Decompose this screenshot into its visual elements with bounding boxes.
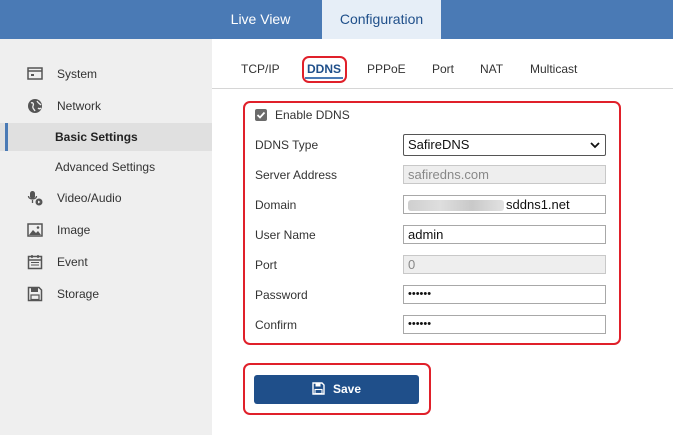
sidebar-item-storage[interactable]: Storage	[0, 280, 212, 308]
user-name-label: User Name	[255, 228, 316, 242]
sidebar: System Network Basic Settings Advanced S…	[0, 39, 212, 435]
checkmark-icon	[256, 111, 266, 119]
sidebar-item-network[interactable]: Network	[0, 92, 212, 120]
network-subtabs: TCP/IP DDNS PPPoE Port NAT Multicast	[212, 39, 673, 89]
confirm-label: Confirm	[255, 318, 298, 332]
save-button[interactable]: Save	[254, 375, 419, 404]
domain-label: Domain	[255, 198, 297, 212]
sidebar-item-video-audio[interactable]: Video/Audio	[0, 184, 212, 212]
sidebar-item-label: Storage	[57, 287, 100, 301]
password-label: Password	[255, 288, 308, 302]
server-address-field: safiredns.com	[403, 165, 606, 184]
port-field: 0	[403, 255, 606, 274]
enable-ddns-label: Enable DDNS	[275, 108, 350, 122]
domain-field[interactable]: sddns1.net	[403, 195, 606, 214]
sidebar-item-label: Network	[57, 99, 102, 113]
server-address-label: Server Address	[255, 168, 338, 182]
tab-tcp-ip[interactable]: TCP/IP	[241, 59, 280, 79]
microphone-camera-icon	[27, 191, 43, 206]
active-indicator	[5, 123, 8, 151]
enable-ddns-checkbox[interactable]	[255, 109, 267, 121]
redacted-text	[408, 200, 504, 212]
save-button-label: Save	[332, 382, 362, 396]
password-field[interactable]: ••••••	[403, 285, 606, 304]
sidebar-item-label: Video/Audio	[57, 191, 122, 205]
floppy-disk-icon	[27, 286, 43, 302]
ddns-type-label: DDNS Type	[255, 138, 319, 152]
floppy-disk-icon	[312, 382, 325, 395]
ddns-type-value: SafireDNS	[408, 137, 470, 152]
confirm-password-field[interactable]: ••••••	[403, 315, 606, 334]
ddns-type-select[interactable]: SafireDNS	[403, 134, 606, 156]
sidebar-item-label: Basic Settings	[55, 130, 138, 144]
tab-port[interactable]: Port	[432, 59, 454, 79]
image-icon	[27, 223, 43, 237]
monitor-icon	[27, 67, 43, 80]
sidebar-item-advanced-settings[interactable]: Advanced Settings	[0, 153, 212, 181]
chevron-down-icon	[590, 142, 600, 149]
sidebar-item-event[interactable]: Event	[0, 248, 212, 276]
ddns-tab-highlight	[302, 56, 347, 83]
calendar-icon	[27, 255, 43, 270]
sidebar-item-label: Image	[57, 223, 91, 237]
domain-suffix: sddns1.net	[506, 197, 570, 212]
sidebar-item-label: System	[57, 67, 98, 81]
sidebar-item-basic-settings[interactable]: Basic Settings	[0, 123, 212, 151]
tab-multicast[interactable]: Multicast	[530, 59, 577, 79]
top-nav-bar: Live View Configuration	[0, 0, 673, 39]
tab-pppoe[interactable]: PPPoE	[367, 59, 406, 79]
globe-icon	[28, 99, 42, 113]
tab-nat[interactable]: NAT	[480, 59, 503, 79]
sidebar-item-system[interactable]: System	[0, 60, 212, 88]
tab-live-view[interactable]: Live View	[212, 0, 309, 39]
user-name-field[interactable]: admin	[403, 225, 606, 244]
sidebar-item-label: Advanced Settings	[55, 160, 156, 174]
tab-configuration[interactable]: Configuration	[322, 0, 441, 39]
sidebar-item-image[interactable]: Image	[0, 216, 212, 244]
sidebar-item-label: Event	[57, 255, 88, 269]
port-label: Port	[255, 258, 278, 272]
